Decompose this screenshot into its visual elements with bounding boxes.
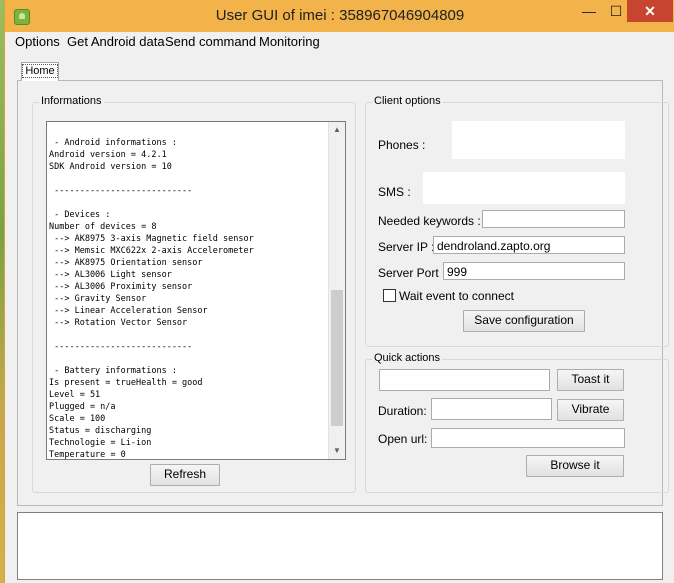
maximize-button[interactable]: ☐ [603,0,629,22]
browse-button[interactable]: Browse it [526,455,624,477]
informations-textarea[interactable]: - Android informations : Android version… [46,121,346,460]
window-title: User GUI of imei : 358967046904809 [215,7,465,24]
scroll-down-icon[interactable]: ▼ [329,443,345,459]
keywords-label: Needed keywords : [378,214,481,228]
server-ip-input[interactable]: dendroland.zapto.org [433,236,625,254]
server-port-label: Server Port : [378,266,446,280]
menu-get-android-data[interactable]: Get Android data [67,34,165,49]
tab-home[interactable]: Home [21,62,59,81]
scroll-up-icon[interactable]: ▲ [329,122,345,138]
scroll-thumb[interactable] [331,290,343,426]
menu-monitoring[interactable]: Monitoring [259,34,320,49]
toast-input[interactable] [379,369,550,391]
vibrate-button[interactable]: Vibrate [557,399,624,421]
toast-button[interactable]: Toast it [557,369,624,391]
duration-label: Duration: [378,404,427,418]
close-button[interactable]: ✕ [627,0,673,22]
minimize-button[interactable]: — [576,0,602,22]
sms-label: SMS : [378,185,411,199]
wait-event-checkbox[interactable] [383,289,396,302]
menu-bar: Options Get Android data Send command Mo… [5,32,674,52]
phones-field[interactable] [452,121,625,159]
keywords-input[interactable] [482,210,625,228]
duration-input[interactable] [431,398,552,420]
sms-field[interactable] [423,172,625,204]
server-ip-label: Server IP : [378,240,435,254]
wait-event-label: Wait event to connect [399,289,514,303]
tab-home-label: Home [22,64,58,78]
open-url-label: Open url: [378,432,428,446]
title-bar: User GUI of imei : 358967046904809 — ☐ ✕ [5,0,674,32]
server-port-input[interactable]: 999 [443,262,625,280]
informations-scrollbar[interactable]: ▲ ▼ [328,122,345,459]
informations-title: Informations [39,95,104,107]
log-textarea[interactable] [17,512,663,580]
informations-text: - Android informations : Android version… [49,138,254,460]
app-window: User GUI of imei : 358967046904809 — ☐ ✕… [4,0,674,583]
open-url-input[interactable] [431,428,625,448]
quick-actions-title: Quick actions [372,352,443,364]
menu-send-command[interactable]: Send command [165,34,256,49]
phones-label: Phones : [378,138,426,152]
save-configuration-button[interactable]: Save configuration [463,310,585,332]
menu-options[interactable]: Options [15,34,60,49]
client-options-title: Client options [372,95,443,107]
refresh-button[interactable]: Refresh [150,464,220,486]
